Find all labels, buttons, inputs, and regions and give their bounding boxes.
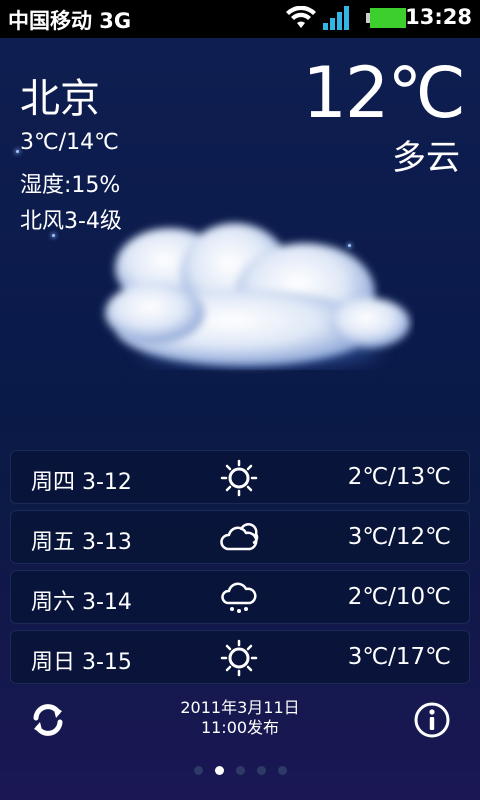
publish-time: 11:00发布 xyxy=(200,718,280,737)
forecast-temperature: 3℃/17℃ xyxy=(347,644,451,670)
page-dot-active[interactable] xyxy=(214,766,224,775)
star-decoration xyxy=(16,150,19,153)
forecast-day: 周日 3-15 xyxy=(31,650,132,675)
forecast-day: 周四 3-12 xyxy=(31,470,132,495)
page-indicator[interactable] xyxy=(0,766,480,775)
publish-info: 2011年3月11日 11:00发布 xyxy=(140,698,340,738)
forecast-row[interactable]: 周五 3-13 3℃/12℃ xyxy=(10,510,470,564)
publish-date: 2011年3月11日 xyxy=(180,698,300,717)
wifi-icon xyxy=(286,6,316,28)
page-dot[interactable] xyxy=(277,766,287,775)
page-dot[interactable] xyxy=(256,766,266,775)
page-dot[interactable] xyxy=(235,766,245,775)
footer-bar: 2011年3月11日 11:00发布 xyxy=(0,688,480,748)
forecast-temperature: 3℃/12℃ xyxy=(347,524,451,550)
cloud-icon xyxy=(220,523,259,551)
city-name[interactable]: 北京 xyxy=(20,66,100,124)
weather-screen: 北京 12℃ 多云 3℃/14℃ 湿度:15% 北风3-4级 周四 3-12 2… xyxy=(0,38,480,800)
info-icon[interactable] xyxy=(412,700,452,740)
forecast-row[interactable]: 周四 3-12 2℃/13℃ xyxy=(10,450,470,504)
carrier-label: 中国移动 3G xyxy=(8,9,132,33)
sun-icon xyxy=(220,459,258,497)
forecast-list: 周四 3-12 2℃/13℃ 周五 3-13 3℃/12℃ 周六 3-14 2℃… xyxy=(10,450,470,690)
refresh-icon[interactable] xyxy=(26,698,70,742)
battery-icon xyxy=(366,8,406,28)
forecast-day: 周五 3-13 xyxy=(31,530,132,555)
forecast-temperature: 2℃/13℃ xyxy=(347,464,451,490)
cloud-icon xyxy=(105,223,410,366)
page-dot[interactable] xyxy=(193,766,203,775)
forecast-day: 周六 3-14 xyxy=(31,590,132,615)
forecast-row[interactable]: 周日 3-15 3℃/17℃ xyxy=(10,630,470,684)
signal-icon xyxy=(323,6,349,30)
humidity-label: 湿度:15% xyxy=(20,173,121,198)
sun-icon xyxy=(220,639,258,677)
current-condition: 多云 xyxy=(392,138,460,178)
clock: 13:28 xyxy=(405,5,472,29)
snow-icon xyxy=(221,582,257,613)
status-bar: 中国移动 3G 13:28 xyxy=(0,0,480,38)
forecast-row[interactable]: 周六 3-14 2℃/10℃ xyxy=(10,570,470,624)
current-temperature: 12℃ xyxy=(302,52,466,134)
temperature-range: 3℃/14℃ xyxy=(20,130,119,155)
forecast-temperature: 2℃/10℃ xyxy=(347,584,451,610)
